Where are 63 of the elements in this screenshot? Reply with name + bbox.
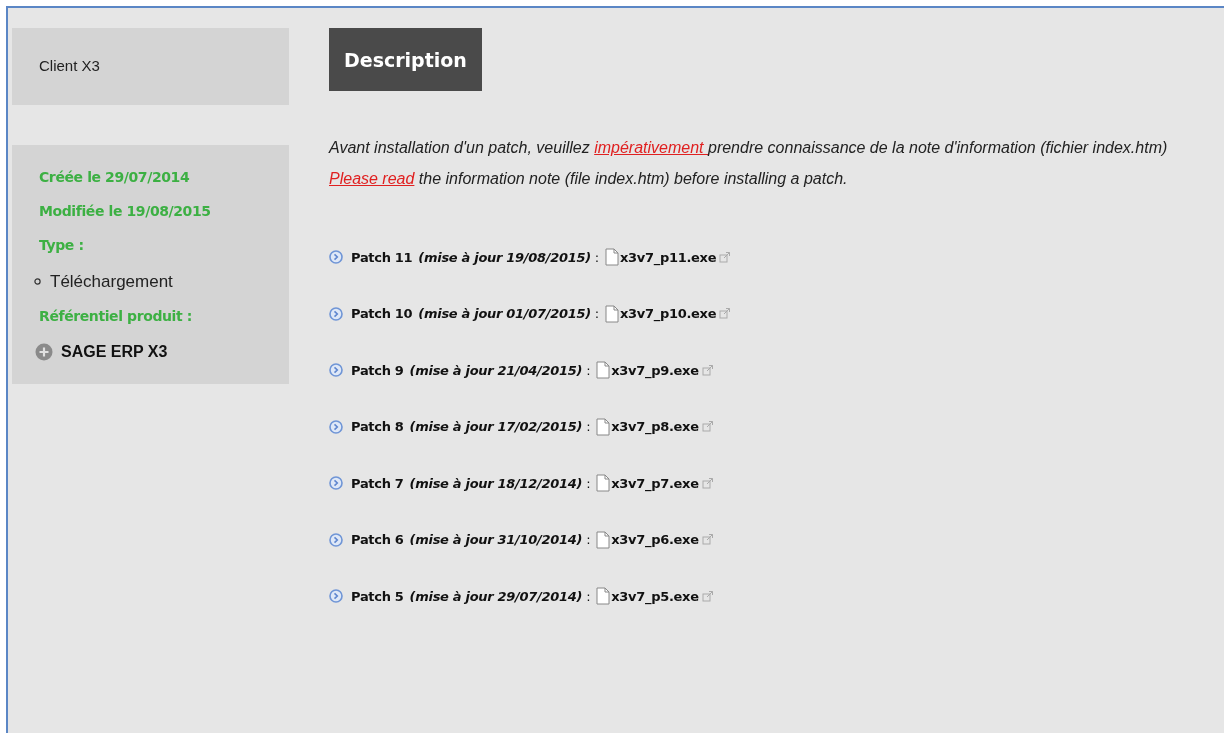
info-note: Please read the information note (file index.htm) before installing a patch. (329, 170, 849, 188)
bullet-icon (34, 277, 41, 285)
separator: : (594, 305, 599, 324)
arrow-circle-icon (329, 532, 343, 547)
external-link-icon (701, 590, 714, 602)
file-link[interactable]: x3v7_p6.exe (611, 530, 699, 550)
patch-name: Patch 9 (351, 361, 404, 380)
arrow-circle-icon (329, 306, 343, 321)
patch-name: Patch 10 (351, 305, 413, 324)
arrow-circle-icon (329, 250, 343, 265)
separator: : (594, 248, 599, 267)
arrow-circle-icon (329, 363, 343, 378)
product-name: SAGE ERP X3 (61, 342, 168, 362)
created-date: Créée le 29/07/2014 (39, 167, 191, 187)
file-icon (596, 587, 611, 606)
field-label: Type : (39, 235, 85, 255)
external-link-icon (719, 251, 732, 263)
separator: : (586, 474, 591, 493)
type-value: Téléchargement (50, 270, 173, 293)
external-link-icon (701, 364, 714, 376)
file-link[interactable]: x3v7_p7.exe (611, 473, 699, 494)
note-link[interactable]: Please read (329, 170, 415, 188)
file-icon (604, 248, 619, 267)
update-date: (mise à jour 18/12/2014) (409, 474, 583, 493)
info-note: Avant installation d'un patch, veuillez impérativement prendre connaissance de la note d'information (fichier index.htm) (329, 138, 1169, 157)
file-link[interactable]: x3v7_p5.exe (611, 586, 699, 607)
file-icon (596, 361, 611, 380)
external-link-icon (701, 477, 714, 489)
arrow-circle-icon (329, 476, 343, 491)
note-link[interactable]: impérativement (594, 138, 708, 156)
external-link-icon (701, 421, 714, 433)
patch-name: Patch 8 (351, 418, 404, 437)
file-link[interactable]: x3v7_p11.exe (619, 247, 717, 268)
separator: : (586, 418, 591, 437)
file-link[interactable]: x3v7_p10.exe (619, 304, 717, 324)
file-link[interactable]: x3v7_p9.exe (611, 360, 699, 381)
update-date: (mise à jour 19/08/2015) (418, 248, 591, 267)
update-date: (mise à jour 21/04/2015) (409, 361, 583, 380)
separator: : (586, 531, 591, 550)
external-link-icon (719, 308, 732, 320)
update-date: (mise à jour 01/07/2015) (418, 305, 591, 324)
file-icon (596, 530, 611, 549)
patch-name: Patch 6 (351, 531, 404, 550)
panel-title: Client X3 (38, 56, 101, 76)
file-link[interactable]: x3v7_p8.exe (611, 417, 699, 437)
file-icon (596, 474, 611, 493)
patch-name: Patch 11 (351, 248, 413, 267)
arrow-circle-icon (329, 589, 343, 604)
update-date: (mise à jour 29/07/2014) (409, 587, 583, 606)
update-date: (mise à jour 31/10/2014) (409, 531, 583, 550)
field-label: Référentiel produit : (39, 307, 193, 326)
arrow-circle-icon (329, 419, 343, 434)
patch-name: Patch 7 (351, 474, 404, 493)
expand-icon[interactable] (35, 343, 53, 361)
patch-name: Patch 5 (351, 587, 404, 606)
file-icon (604, 304, 619, 323)
external-link-icon (701, 534, 714, 546)
modified-date: Modifiée le 19/08/2015 (39, 201, 212, 221)
separator: : (586, 587, 591, 606)
separator: : (586, 361, 591, 380)
section-heading: Description (329, 28, 482, 91)
file-icon (596, 417, 611, 436)
update-date: (mise à jour 17/02/2015) (409, 418, 583, 437)
